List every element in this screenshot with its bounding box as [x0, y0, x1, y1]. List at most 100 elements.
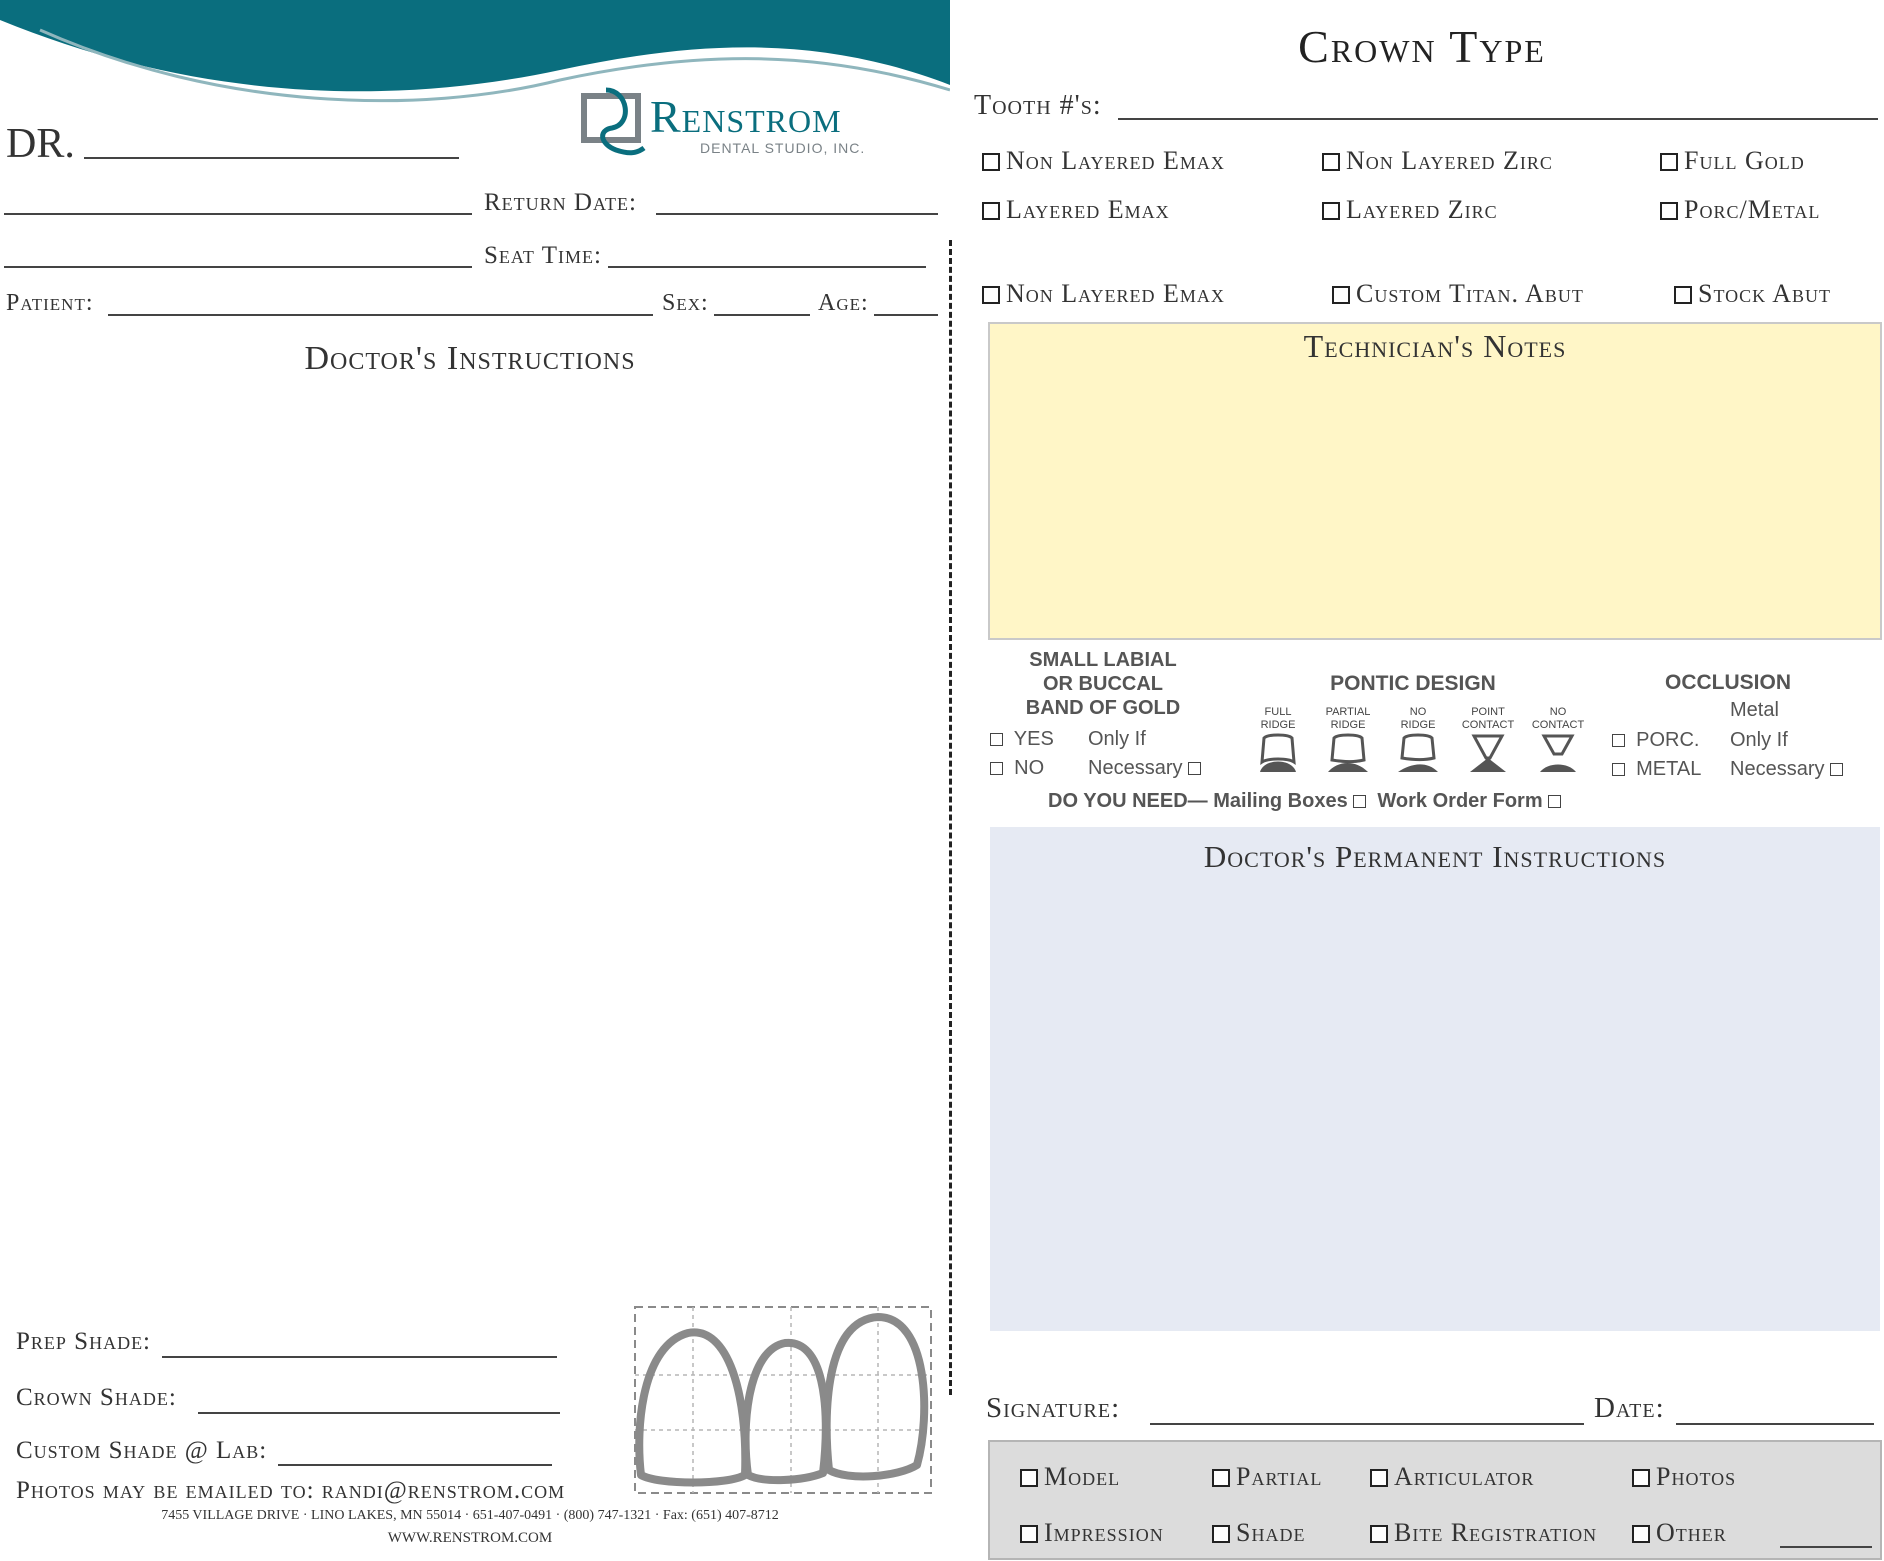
- permanent-instructions-title: Doctor's Permanent Instructions: [1203, 839, 1667, 874]
- logo: Renstrom DENTAL STUDIO, INC.: [578, 84, 898, 164]
- occlusion-necessary-option[interactable]: Necessary: [1730, 758, 1844, 781]
- logo-mark-icon: [581, 87, 646, 156]
- checkbox-icon: [1660, 153, 1678, 171]
- referral-field[interactable]: [4, 213, 472, 215]
- option-full-gold[interactable]: Full Gold: [1660, 146, 1805, 176]
- pontic-point-contact[interactable]: POINT CONTACT: [1460, 706, 1516, 779]
- custom-shade-field[interactable]: [278, 1464, 552, 1466]
- option-stock-abut[interactable]: Stock Abut: [1674, 279, 1831, 309]
- enclosure-model[interactable]: Model: [1020, 1462, 1120, 1492]
- option-non-layered-emax[interactable]: Non Layered Emax: [982, 146, 1225, 176]
- enclosure-label: Impression: [1044, 1518, 1164, 1547]
- pontic-no-ridge[interactable]: NO RIDGE: [1390, 706, 1446, 779]
- tooth-numbers-label: Tooth #'s:: [974, 90, 1102, 121]
- signature-field[interactable]: [1150, 1423, 1584, 1425]
- occlusion-necessary-label: Necessary: [1730, 758, 1825, 780]
- enclosure-bite-registration[interactable]: Bite Registration: [1370, 1518, 1597, 1548]
- custom-shade-label: Custom Shade @ Lab:: [16, 1437, 268, 1464]
- band-necessary-option[interactable]: Necessary: [1088, 757, 1202, 780]
- option-label: Custom Titan. Abut: [1356, 279, 1584, 308]
- pontic-no-contact[interactable]: NO CONTACT: [1530, 706, 1586, 779]
- occlusion-porc-option[interactable]: PORC.: [1612, 729, 1699, 752]
- enclosure-other[interactable]: Other: [1632, 1518, 1727, 1548]
- tooth-numbers-field[interactable]: [1118, 118, 1878, 120]
- full-ridge-icon: [1260, 733, 1296, 772]
- seat-time-label: Seat Time:: [484, 242, 602, 269]
- fold-divider: [949, 240, 952, 1395]
- doctors-instructions-area[interactable]: [10, 395, 930, 1295]
- patient-label: Patient:: [6, 290, 94, 316]
- checkbox-icon: [1370, 1469, 1388, 1487]
- band-title-line-3: BAND OF GOLD: [1025, 697, 1181, 719]
- age-label: Age:: [818, 290, 869, 316]
- checkbox-icon: [1548, 795, 1562, 808]
- pontic-options: FULL RIDGE PARTIAL RIDGE NO RIDGE POINT …: [1250, 706, 1590, 781]
- option-layered-zirc[interactable]: Layered Zirc: [1322, 195, 1498, 225]
- enclosure-label: Photos: [1656, 1462, 1737, 1491]
- option-custom-titan-abut[interactable]: Custom Titan. Abut: [1332, 279, 1584, 309]
- option-non-layered-zirc[interactable]: Non Layered Zirc: [1322, 146, 1553, 176]
- band-yes-option[interactable]: YES: [990, 728, 1054, 751]
- website-text: WWW.RENSTROM.COM: [387, 1530, 553, 1546]
- patient-field[interactable]: [108, 314, 653, 316]
- occlusion-porc-label: PORC.: [1636, 729, 1700, 751]
- pontic-label-2: CONTACT: [1531, 719, 1585, 731]
- occlusion-only-if-text: Only If: [1730, 729, 1788, 751]
- enclosure-label: Partial: [1236, 1462, 1323, 1491]
- crown-shade-label: Crown Shade:: [16, 1384, 177, 1411]
- checkbox-icon: [1212, 1469, 1230, 1487]
- age-field[interactable]: [874, 314, 938, 316]
- enclosure-partial[interactable]: Partial: [1212, 1462, 1322, 1492]
- sex-field[interactable]: [714, 314, 810, 316]
- mailing-boxes-option[interactable]: Mailing Boxes: [1213, 790, 1367, 812]
- no-ridge-icon: [1398, 733, 1438, 772]
- enclosure-label: Bite Registration: [1394, 1518, 1598, 1547]
- technician-notes-box[interactable]: Technician's Notes: [988, 322, 1882, 640]
- enclosure-articulator[interactable]: Articulator: [1370, 1462, 1534, 1492]
- option-label: Full Gold: [1684, 146, 1805, 175]
- tooth-shade-diagram[interactable]: [633, 1305, 933, 1495]
- checkbox-icon: [1353, 795, 1367, 808]
- crown-shade-field[interactable]: [198, 1412, 560, 1414]
- other-field[interactable]: [1780, 1546, 1872, 1548]
- checkbox-icon: [1674, 286, 1692, 304]
- checkbox-icon: [1612, 734, 1625, 747]
- band-of-gold-title: SMALL LABIAL OR BUCCAL BAND OF GOLD: [996, 648, 1210, 720]
- occlusion-metal-option[interactable]: METAL: [1612, 758, 1701, 781]
- partial-ridge-icon: [1328, 733, 1368, 772]
- date-field[interactable]: [1676, 1423, 1874, 1425]
- pontic-partial-ridge[interactable]: PARTIAL RIDGE: [1320, 706, 1376, 779]
- sex-label: Sex:: [662, 290, 709, 316]
- option-non-layered-emax-abut[interactable]: Non Layered Emax: [982, 279, 1225, 309]
- enclosure-photos[interactable]: Photos: [1632, 1462, 1736, 1492]
- permanent-instructions-box[interactable]: Doctor's Permanent Instructions: [990, 827, 1880, 1331]
- enclosures-box: Model Partial Articulator Photos Impress…: [988, 1440, 1882, 1560]
- extra-field[interactable]: [4, 266, 472, 268]
- prep-shade-label: Prep Shade:: [16, 1328, 152, 1355]
- band-no-option[interactable]: NO: [990, 757, 1044, 780]
- band-title-line-1: SMALL LABIAL: [1029, 649, 1177, 671]
- enclosure-impression[interactable]: Impression: [1020, 1518, 1164, 1548]
- return-date-field[interactable]: [656, 213, 938, 215]
- option-layered-emax[interactable]: Layered Emax: [982, 195, 1170, 225]
- no-contact-icon: [1540, 734, 1576, 772]
- point-contact-icon: [1470, 734, 1506, 772]
- checkbox-icon: [990, 762, 1003, 775]
- pontic-full-ridge[interactable]: FULL RIDGE: [1250, 706, 1306, 779]
- checkbox-icon: [1322, 153, 1340, 171]
- pontic-design-title: PONTIC DESIGN: [1330, 672, 1496, 695]
- pontic-label-1: NO: [1409, 706, 1427, 718]
- option-porc-metal[interactable]: Porc/Metal: [1660, 195, 1820, 225]
- checkbox-icon: [1188, 762, 1202, 775]
- pontic-label-1: NO: [1549, 706, 1567, 718]
- seat-time-field[interactable]: [608, 266, 926, 268]
- band-yes-label: YES: [1013, 728, 1054, 750]
- band-only-if-text: Only If: [1088, 728, 1146, 750]
- enclosure-shade[interactable]: Shade: [1212, 1518, 1305, 1548]
- dr-field[interactable]: [84, 157, 459, 159]
- enclosure-label: Articulator: [1394, 1462, 1535, 1491]
- date-label: Date:: [1594, 1392, 1665, 1424]
- prep-shade-field[interactable]: [162, 1356, 557, 1358]
- work-order-form-option[interactable]: Work Order Form: [1377, 790, 1562, 812]
- checkbox-icon: [1322, 202, 1340, 220]
